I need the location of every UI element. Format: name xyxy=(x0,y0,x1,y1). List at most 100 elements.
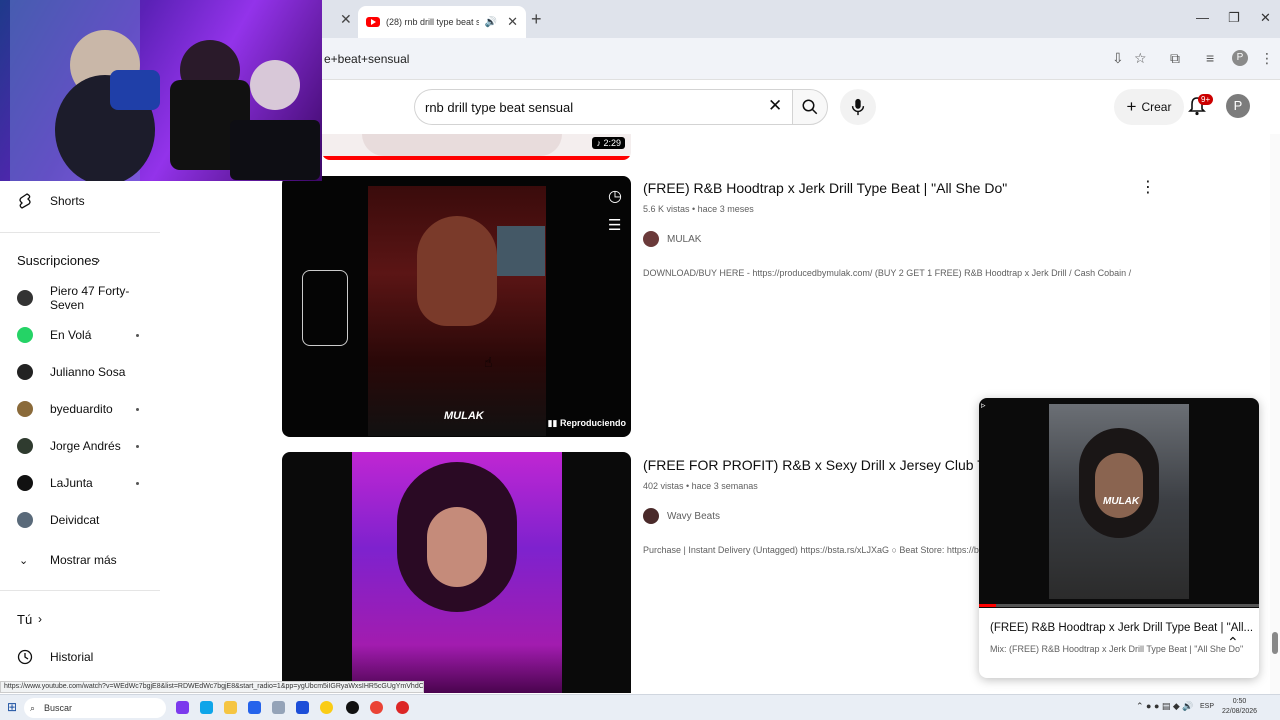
new-tab-icon[interactable]: + xyxy=(531,9,542,30)
search-icon: ⌕ xyxy=(30,703,36,713)
watched-progress-bar xyxy=(322,156,631,160)
now-playing-badge: ▮▮ Reproduciendo xyxy=(548,418,626,429)
tab-audio-icon[interactable]: 🔊 xyxy=(485,17,497,28)
sidebar-item-subscription[interactable]: Julianno Sosa xyxy=(0,356,160,388)
tab-close-icon[interactable]: ✕ xyxy=(507,14,518,30)
playing-bars-icon: ▮▮ xyxy=(547,418,560,428)
sidebar-item-shorts[interactable]: Shorts xyxy=(0,185,160,217)
show-more-button[interactable]: ⌄ Mostrar más xyxy=(0,544,160,576)
miniplayer-title[interactable]: (FREE) R&B Hoodtrap x Jerk Drill Type Be… xyxy=(990,622,1253,634)
taskbar-clock[interactable]: 0:50 22/08/2026 xyxy=(1222,697,1257,717)
taskbar-chrome-icon[interactable] xyxy=(320,701,333,714)
miniplayer-progress-track[interactable] xyxy=(979,604,1259,607)
sidebar-item-subscription[interactable]: Jorge Andrés xyxy=(0,430,160,462)
channel-avatar xyxy=(17,327,33,343)
extensions-icon[interactable]: ⧉ xyxy=(1170,50,1180,67)
channel-avatar xyxy=(643,231,659,247)
result-thumbnail[interactable]: MULAK ◷ ☰ ▮▮ Reproduciendo xyxy=(282,176,631,437)
chevron-up-icon[interactable]: ⌃ xyxy=(1227,634,1239,651)
miniplayer-video[interactable]: MULAK ▹ xyxy=(979,398,1259,608)
channel-avatar xyxy=(17,438,33,454)
taskbar-app-icon[interactable] xyxy=(272,701,285,714)
taskbar-search[interactable]: ⌕ Buscar xyxy=(24,698,166,718)
thumbnail-watermark: MULAK xyxy=(444,410,484,422)
thumbnail-figure xyxy=(417,216,497,326)
new-content-dot xyxy=(136,444,139,448)
chevron-down-icon: ⌄ xyxy=(19,554,29,567)
taskbar-chrome-active-icon[interactable] xyxy=(370,701,383,714)
webcam-overlay xyxy=(0,0,322,181)
minimize-icon[interactable]: — xyxy=(1196,10,1209,25)
sidebar-item-history[interactable]: Historial xyxy=(0,641,160,673)
channel-avatar xyxy=(17,401,33,417)
maximize-icon[interactable]: ❐ xyxy=(1228,10,1240,26)
windows-start-icon[interactable]: ⊞ xyxy=(7,700,17,714)
you-heading-label: Tú xyxy=(17,611,33,627)
phone-outline xyxy=(302,270,348,346)
add-to-queue-icon[interactable]: ☰ xyxy=(608,216,621,234)
taskbar-store-icon[interactable] xyxy=(248,701,261,714)
voice-search-button[interactable] xyxy=(840,89,876,125)
sidebar-item-subscription[interactable]: Deividcat xyxy=(0,504,160,536)
tab-title: (28) rnb drill type beat sensual - YouTu… xyxy=(386,17,479,27)
channel-avatar xyxy=(17,290,33,306)
more-actions-icon[interactable]: ⋮ xyxy=(1140,177,1156,197)
channel-avatar xyxy=(17,512,33,528)
prev-tab-close-icon[interactable]: ✕ xyxy=(340,11,352,28)
install-app-icon[interactable]: ⇩ xyxy=(1112,50,1124,67)
sidebar-item-subscription[interactable]: byeduardito xyxy=(0,393,160,425)
sidebar-item-label: LaJunta xyxy=(50,476,93,490)
plus-icon: + xyxy=(1126,97,1137,116)
taskbar-edge-icon[interactable] xyxy=(200,701,213,714)
channel-row[interactable]: Wavy Beats xyxy=(643,508,720,524)
tray-icons[interactable]: ⌃ ● ● ▤ ◆ 🔊 xyxy=(1136,701,1194,712)
sidebar-item-label: byeduardito xyxy=(50,402,113,416)
clock-date: 22/08/2026 xyxy=(1222,708,1258,715)
youtube-favicon-icon xyxy=(366,17,380,27)
you-heading[interactable]: Tú › xyxy=(0,603,160,635)
taskbar-app-icon[interactable] xyxy=(346,701,359,714)
taskbar-folder-icon[interactable] xyxy=(224,701,237,714)
sidebar-item-label: Piero 47 Forty-Seven xyxy=(50,284,130,312)
taskbar-app-icon[interactable] xyxy=(396,701,409,714)
page-scrollbar[interactable] xyxy=(1270,88,1280,694)
clock-time: 0:50 xyxy=(1232,698,1247,705)
url-text[interactable]: e+beat+sensual xyxy=(324,52,409,66)
close-window-icon[interactable]: ✕ xyxy=(1260,10,1271,26)
taskbar-vscode-icon[interactable] xyxy=(296,701,309,714)
prev-duration-badge: ♪ 2:29 xyxy=(592,137,625,149)
shorts-icon xyxy=(19,193,31,209)
tab-youtube[interactable]: (28) rnb drill type beat sensual - YouTu… xyxy=(358,6,526,38)
taskbar-app-icon[interactable] xyxy=(176,701,189,714)
create-label: Crear xyxy=(1141,100,1172,114)
status-url: https://www.youtube.com/watch?v=WEdWc7bg… xyxy=(0,681,424,693)
browser-menu-icon[interactable]: ⋮ xyxy=(1260,50,1274,67)
search-button[interactable] xyxy=(792,89,828,125)
new-content-dot xyxy=(136,333,139,337)
video-title[interactable]: (FREE) R&B Hoodtrap x Jerk Drill Type Be… xyxy=(643,180,1007,196)
video-meta: 5.6 K vistas • hace 3 meses xyxy=(643,204,754,214)
miniplayer-face xyxy=(1095,453,1143,518)
scrollbar-thumb[interactable] xyxy=(1272,632,1278,654)
watch-later-icon[interactable]: ◷ xyxy=(608,186,622,206)
bookmark-star-icon[interactable]: ☆ xyxy=(1134,50,1147,67)
prev-result-thumbnail[interactable]: ♪ 2:29 xyxy=(322,134,631,160)
sidebar-item-label: Historial xyxy=(50,650,94,664)
media-control-icon[interactable]: ≡ xyxy=(1206,50,1214,66)
channel-avatar xyxy=(643,508,659,524)
subscriptions-heading[interactable]: Suscripciones › xyxy=(0,244,160,276)
tray-language[interactable]: ESP xyxy=(1200,703,1214,710)
miniplayer-subtitle: Mix: (FREE) R&B Hoodtrap x Jerk Drill Ty… xyxy=(990,644,1244,654)
sidebar-item-subscription[interactable]: LaJunta xyxy=(0,467,160,499)
account-avatar[interactable]: P xyxy=(1226,94,1250,118)
browser-profile-avatar[interactable]: P xyxy=(1232,50,1248,66)
result-thumbnail[interactable] xyxy=(282,452,631,693)
search-input[interactable] xyxy=(414,89,792,125)
sidebar-item-subscription[interactable]: En Volá xyxy=(0,319,160,351)
youtube-header: ✕ + Crear 9+ P xyxy=(322,80,1280,134)
clear-search-icon[interactable]: ✕ xyxy=(768,96,782,116)
create-button[interactable]: + Crear xyxy=(1114,89,1184,125)
miniplayer[interactable]: MULAK ▹ (FREE) R&B Hoodtrap x Jerk Drill… xyxy=(979,398,1259,678)
sidebar-item-subscription[interactable]: Piero 47 Forty-Seven xyxy=(0,282,160,314)
channel-row[interactable]: MULAK xyxy=(643,231,701,247)
